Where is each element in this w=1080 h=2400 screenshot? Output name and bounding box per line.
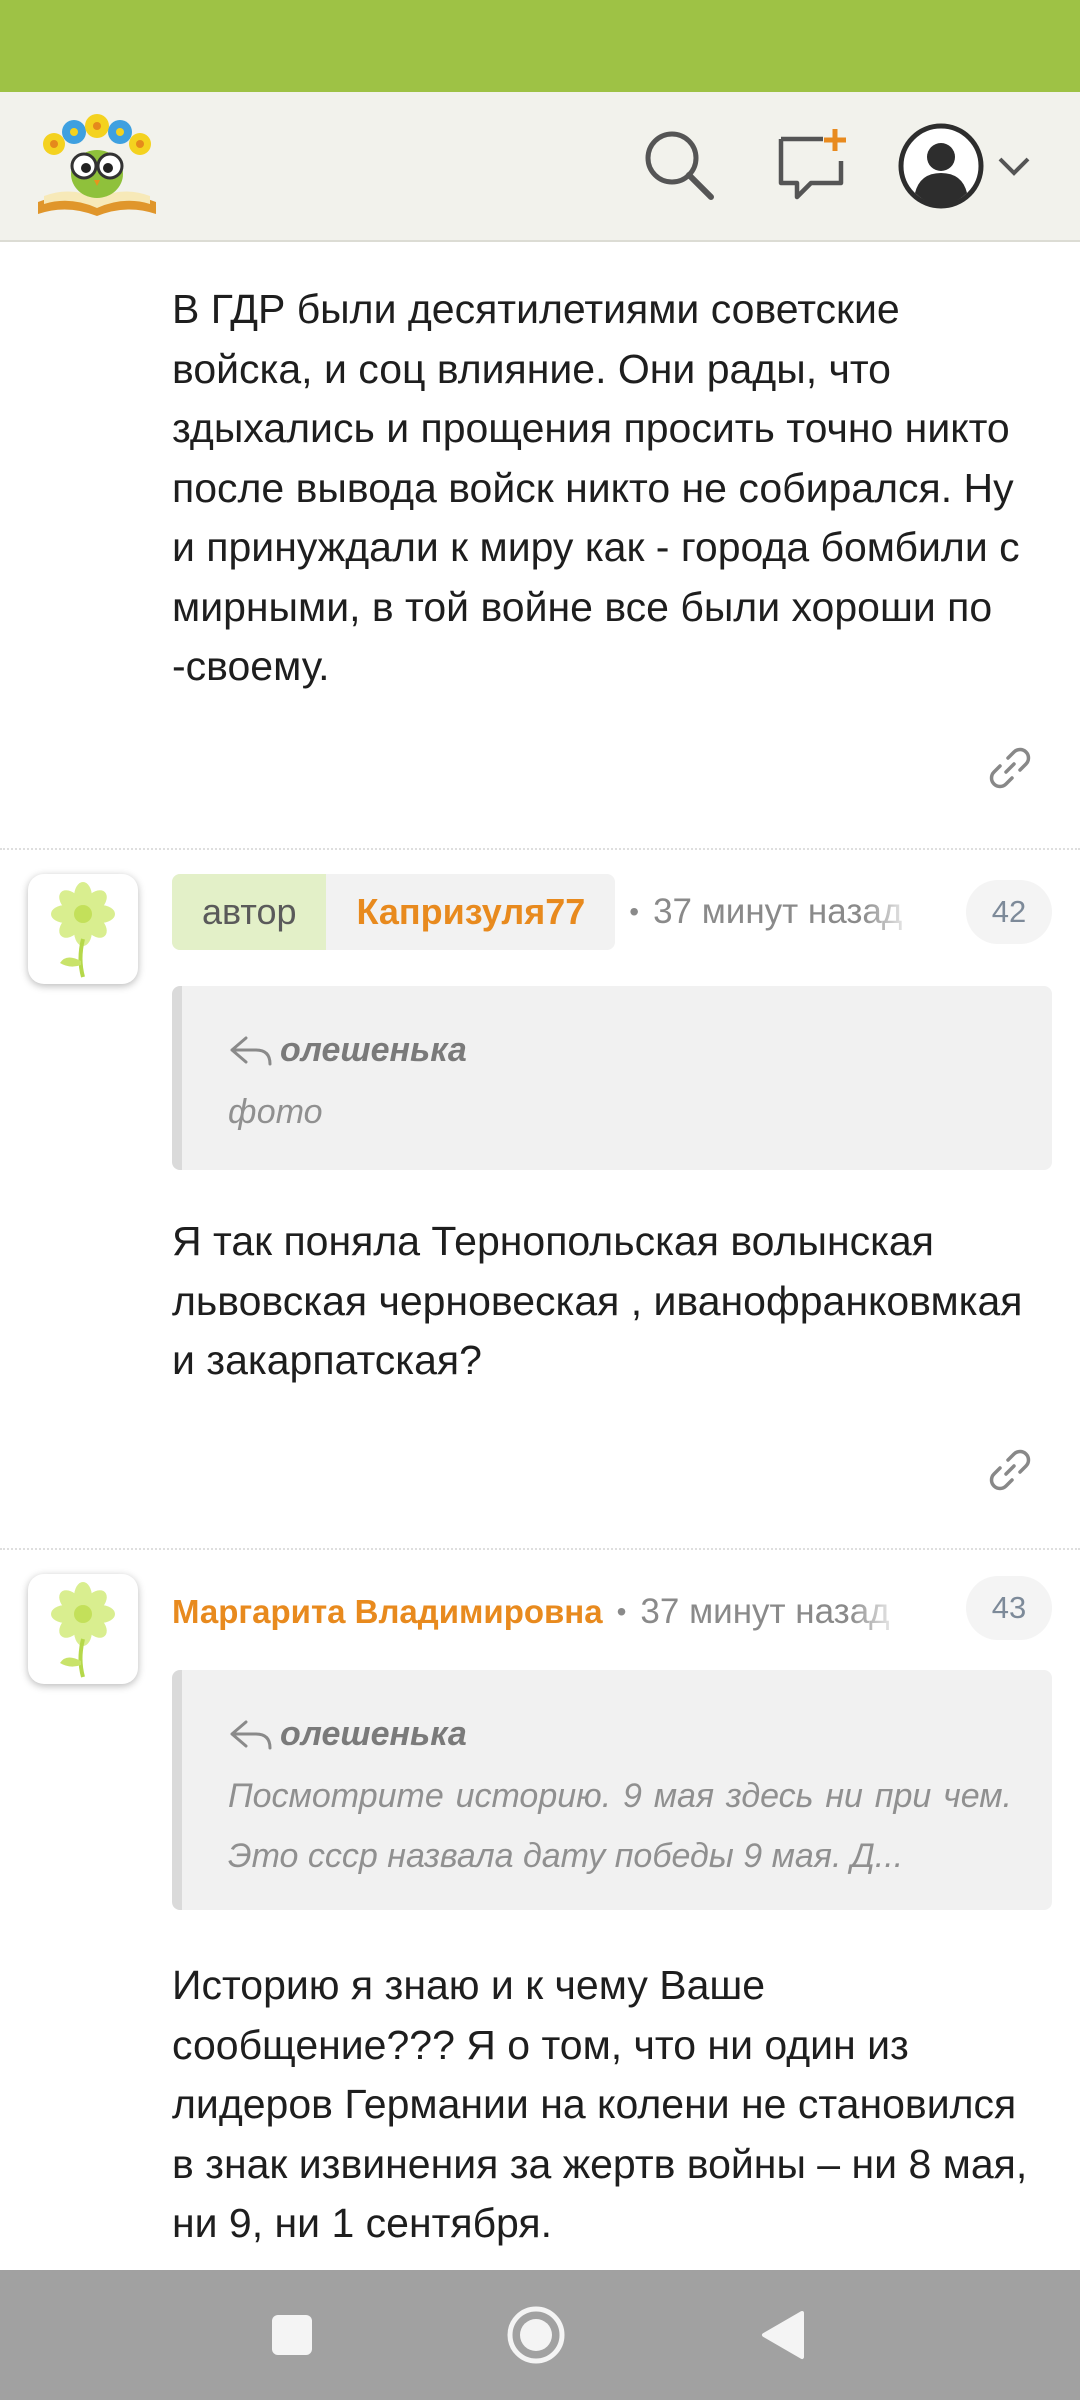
comment-divider xyxy=(0,1548,1080,1550)
status-bar xyxy=(0,0,1080,92)
comment-link-button[interactable] xyxy=(982,1442,1038,1498)
comment-text: Я так поняла Тернопольская волынская льв… xyxy=(172,1218,1023,1383)
quote-author: олешенька xyxy=(280,1030,467,1069)
comment-meta: автор Капризуля77 • 37 минут назад xyxy=(172,874,915,950)
flower-avatar-icon xyxy=(51,1582,115,1678)
comment-time: 37 минут назад xyxy=(640,1592,890,1631)
avatar[interactable] xyxy=(28,1574,138,1684)
flower-avatar-icon xyxy=(51,882,115,978)
comment-number-badge[interactable]: 42 xyxy=(966,880,1052,944)
quote-block[interactable]: олешенька фото xyxy=(172,986,1052,1170)
user-avatar-icon xyxy=(898,123,984,209)
search-icon xyxy=(645,131,714,200)
link-icon xyxy=(989,1449,1031,1491)
separator-dot: • xyxy=(629,896,640,927)
username-link[interactable]: Капризуля77 xyxy=(326,874,615,950)
chevron-down-icon xyxy=(998,157,1030,176)
square-icon xyxy=(272,2315,312,2355)
comments-feed: В ГДР были десятилетиями советские войск… xyxy=(0,242,1080,2270)
author-tag: автор xyxy=(172,874,327,950)
new-post-icon xyxy=(778,129,846,200)
quote-author-row: олешенька xyxy=(228,1710,1012,1758)
back-button[interactable] xyxy=(742,2295,822,2375)
link-icon xyxy=(989,747,1031,789)
reply-arrow-icon xyxy=(230,1720,272,1750)
comment-text: В ГДР были десятилетиями советские войск… xyxy=(172,286,1020,689)
triangle-back-icon xyxy=(762,2311,804,2359)
circle-home-icon xyxy=(507,2306,565,2364)
comment-time: 37 минут назад xyxy=(653,892,903,931)
search-button[interactable] xyxy=(636,122,722,208)
android-navigation-bar xyxy=(0,2270,1080,2400)
comment-number-badge[interactable]: 43 xyxy=(966,1576,1052,1640)
username-link[interactable]: Маргарита Владимировна xyxy=(172,1593,603,1631)
author-pill[interactable]: автор Капризуля77 xyxy=(172,874,616,950)
quote-text: Посмотрите историю. 9 мая здесь ни при ч… xyxy=(228,1777,1012,1875)
recent-apps-button[interactable] xyxy=(252,2295,332,2375)
app-header xyxy=(0,92,1080,242)
quote-text: фото xyxy=(228,1093,323,1131)
quote-author: олешенька xyxy=(280,1714,467,1753)
comment-text: Историю я знаю и к чему Ваше сообщение??… xyxy=(172,1962,1028,2246)
comment-link-button[interactable] xyxy=(982,740,1038,796)
separator-dot: • xyxy=(616,1596,627,1627)
quote-block[interactable]: олешенька Посмотрите историю. 9 мая здес… xyxy=(172,1670,1052,1910)
comment-meta: Маргарита Владимировна • 37 минут назад xyxy=(172,1574,902,1650)
comment-divider xyxy=(0,848,1080,850)
new-post-button[interactable] xyxy=(770,122,856,208)
quote-author-row: олешенька xyxy=(228,1026,1012,1074)
home-button[interactable] xyxy=(496,2295,576,2375)
reply-arrow-icon xyxy=(230,1036,272,1066)
profile-menu-button[interactable] xyxy=(898,118,1038,214)
avatar[interactable] xyxy=(28,874,138,984)
site-logo[interactable] xyxy=(34,110,160,222)
